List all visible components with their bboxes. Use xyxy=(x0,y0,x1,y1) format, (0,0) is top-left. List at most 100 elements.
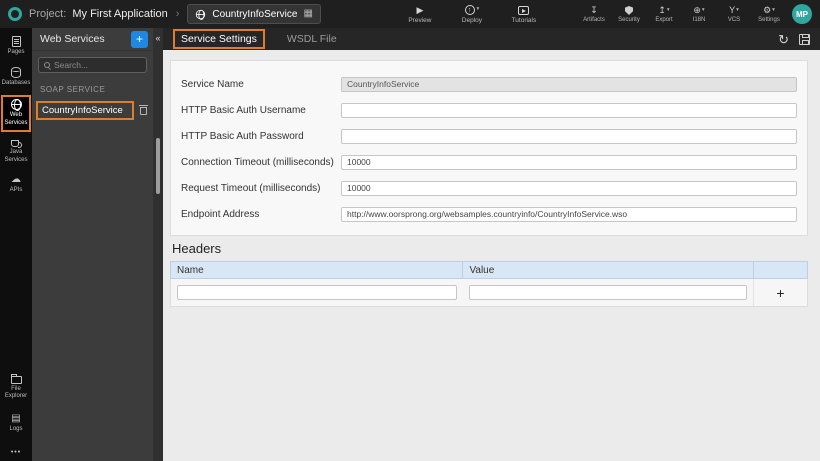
deploy-button[interactable]: ↑ ▾ Deploy xyxy=(459,5,485,24)
app-logo-icon[interactable] xyxy=(8,7,22,21)
chevron-down-icon: ▾ xyxy=(701,6,705,13)
auth-username-field[interactable] xyxy=(341,102,797,118)
security-button[interactable]: Security xyxy=(618,5,640,23)
deploy-label: Deploy xyxy=(461,16,483,24)
coffee-cup-icon xyxy=(10,140,22,148)
form-row: Connection Timeout (milliseconds) xyxy=(181,149,797,175)
logs-label: Logs xyxy=(9,425,23,432)
chevron-down-icon: ▾ xyxy=(772,6,775,13)
headers-section-title: Headers xyxy=(172,241,222,256)
primary-actions: ▶ Preview ↑ ▾ Deploy Tutorials xyxy=(407,5,537,24)
endpoint-address-field[interactable] xyxy=(341,206,797,222)
avatar[interactable]: MP xyxy=(792,4,812,24)
tutorials-icon xyxy=(518,5,530,15)
list-item-countryinfoservice[interactable]: CountryInfoService xyxy=(32,98,153,123)
add-webservice-button[interactable]: + xyxy=(131,30,148,48)
file-explorer-label: File Explorer xyxy=(4,385,28,400)
i18n-label: I18N xyxy=(692,17,706,23)
auth-password-field[interactable] xyxy=(341,128,797,144)
search-box[interactable] xyxy=(38,57,147,73)
tab-wsdl-file[interactable]: WSDL File xyxy=(281,31,343,47)
section-title: SOAP SERVICE xyxy=(40,85,106,94)
column-header-action xyxy=(753,262,807,278)
artifacts-button[interactable]: ↧ Artifacts xyxy=(583,5,605,24)
icon-rail: Pages Databases Web Services Java Servic… xyxy=(0,28,32,461)
chevron-down-icon: ▾ xyxy=(476,6,480,13)
settings-button[interactable]: ⚙ ▾ Settings xyxy=(758,5,780,24)
tab-bar-actions: ↻ xyxy=(778,33,810,46)
add-header-button[interactable]: + xyxy=(776,286,784,300)
table-header-row: Name Value xyxy=(170,261,808,279)
refresh-icon[interactable]: ↻ xyxy=(778,33,789,46)
headers-table: Name Value + xyxy=(170,261,808,307)
trash-icon[interactable] xyxy=(139,104,148,115)
export-button[interactable]: ↥ ▾ Export xyxy=(653,5,675,24)
search-input[interactable] xyxy=(54,60,141,70)
database-icon xyxy=(11,66,21,78)
tutorials-button[interactable]: Tutorials xyxy=(511,5,537,24)
vcs-button[interactable]: Y ▾ VCS xyxy=(723,5,745,24)
chevron-down-icon: ▾ xyxy=(666,6,670,13)
folder-icon xyxy=(10,373,22,384)
header-value-input[interactable] xyxy=(468,285,747,300)
table-row: + xyxy=(170,279,808,307)
tab-bar: Service Settings WSDL File ↻ xyxy=(163,28,820,50)
sidebar-item-databases[interactable]: Databases xyxy=(1,65,31,90)
logs-icon: ▤ xyxy=(11,412,21,424)
tutorials-label: Tutorials xyxy=(511,16,537,24)
preview-button[interactable]: ▶ Preview xyxy=(407,5,433,24)
scrollbar-thumb[interactable] xyxy=(156,138,160,194)
sidebar-item-apis[interactable]: ☁ APIs xyxy=(1,172,31,197)
header-name-input[interactable] xyxy=(177,285,457,300)
tab-service-settings[interactable]: Service Settings xyxy=(173,29,265,49)
security-label: Security xyxy=(618,17,640,23)
service-settings-form: Service Name HTTP Basic Auth Username HT… xyxy=(170,60,808,236)
gear-icon: ⚙ xyxy=(763,5,772,15)
chevron-down-icon: ▾ xyxy=(736,6,739,13)
column-header-value: Value xyxy=(462,262,753,278)
project-label: Project: xyxy=(29,8,67,20)
artifacts-icon: ↧ xyxy=(590,5,598,15)
settings-label: Settings xyxy=(758,17,780,23)
pages-label: Pages xyxy=(7,49,25,55)
save-icon[interactable] xyxy=(799,33,810,45)
databases-label: Databases xyxy=(1,79,31,86)
connection-timeout-field[interactable] xyxy=(341,154,797,170)
auth-username-label: HTTP Basic Auth Username xyxy=(181,104,306,116)
sidebar-item-java-services[interactable]: Java Services xyxy=(1,138,31,166)
preview-label: Preview xyxy=(408,16,432,24)
request-timeout-field[interactable] xyxy=(341,180,797,196)
web-services-panel: Web Services + SOAP SERVICE CountryInfoS… xyxy=(32,28,153,461)
overflow-menu-icon[interactable]: ••• xyxy=(0,449,32,456)
main-content: Service Settings WSDL File ↻ Service Nam… xyxy=(163,28,820,461)
pages-icon xyxy=(11,36,21,47)
grid-icon[interactable]: ▦ xyxy=(303,9,312,19)
web-services-label: Web Services xyxy=(4,112,28,126)
i18n-button[interactable]: ⊕ ▾ I18N xyxy=(688,5,710,24)
project-name[interactable]: My First Application xyxy=(72,8,167,20)
breadcrumb-separator-icon: › xyxy=(175,8,180,20)
project-breadcrumb: Project: My First Application xyxy=(29,8,168,20)
sidebar-item-file-explorer[interactable]: File Explorer xyxy=(1,371,31,403)
connection-timeout-label: Connection Timeout (milliseconds) xyxy=(181,156,334,168)
apis-label: APIs xyxy=(9,187,23,193)
webservice-icon xyxy=(196,9,206,20)
globe-icon xyxy=(10,99,22,111)
service-selector[interactable]: CountryInfoService ▦ xyxy=(187,4,321,24)
form-row: Request Timeout (milliseconds) xyxy=(181,175,797,201)
shield-icon xyxy=(625,6,633,15)
form-row: Endpoint Address xyxy=(181,201,797,227)
service-selector-label: CountryInfoService xyxy=(212,8,298,20)
collapse-panel-button[interactable]: « xyxy=(153,33,163,43)
vcs-label: VCS xyxy=(727,17,741,23)
panel-resize-strip: « xyxy=(153,28,163,461)
java-services-label: Java Services xyxy=(4,149,28,163)
sidebar-item-pages[interactable]: Pages xyxy=(1,34,31,59)
service-name-field[interactable] xyxy=(341,76,797,92)
rail-bottom-group: File Explorer ▤ Logs xyxy=(0,371,32,436)
service-item-label[interactable]: CountryInfoService xyxy=(36,101,134,120)
service-name-label: Service Name xyxy=(181,78,244,90)
sidebar-item-logs[interactable]: ▤ Logs xyxy=(1,411,31,436)
sidebar-item-web-services[interactable]: Web Services xyxy=(1,95,31,132)
form-row: HTTP Basic Auth Username xyxy=(181,97,797,123)
